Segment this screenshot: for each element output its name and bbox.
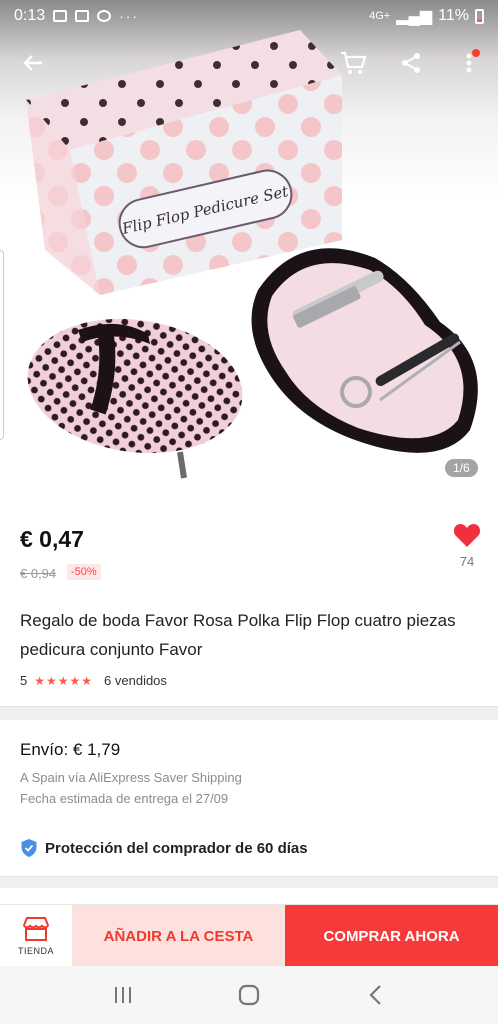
store-label: TIENDA — [17, 946, 54, 956]
system-back-button[interactable] — [355, 975, 395, 1015]
add-to-cart-button[interactable]: AÑADIR A LA CESTA — [72, 905, 285, 967]
product-title: Regalo de boda Favor Rosa Polka Flip Flo… — [20, 611, 456, 659]
discount-badge: -50% — [67, 564, 101, 580]
original-price: € 0,94 — [20, 566, 57, 581]
home-icon — [238, 984, 260, 1006]
top-toolbar — [0, 40, 498, 86]
cart-button[interactable] — [336, 46, 370, 80]
current-price: € 0,47 — [20, 526, 84, 552]
protection-text: Protección del comprador de 60 días — [45, 839, 308, 857]
section-divider — [0, 706, 498, 720]
system-back-icon — [369, 985, 381, 1005]
facebook-notification-icon — [97, 10, 112, 22]
more-notifications-icon: ··· — [119, 8, 140, 24]
network-type: 4G+ — [369, 10, 391, 22]
notification-dot — [472, 49, 480, 57]
shipping-cost[interactable]: Envío: € 1,79 — [20, 740, 120, 760]
share-button[interactable] — [394, 46, 428, 80]
status-bar: 0:13 ··· 4G+ ▂▄▆ 11% — [0, 0, 498, 32]
cart-icon — [341, 51, 367, 74]
recent-apps-icon — [115, 987, 131, 1003]
home-button[interactable] — [229, 975, 269, 1015]
store-button[interactable]: TIENDA — [0, 905, 72, 967]
battery-percent: 11% — [438, 7, 469, 24]
section-divider — [0, 876, 498, 888]
status-time: 0:13 — [14, 7, 46, 24]
battery-icon — [475, 8, 484, 24]
mail-notification-icon — [75, 10, 90, 22]
wishlist-button[interactable]: 74 — [448, 522, 486, 569]
system-navigation-bar — [0, 966, 498, 1024]
buy-now-button[interactable]: COMPRAR AHORA — [285, 905, 498, 967]
rating-value: 5 — [20, 673, 28, 688]
signal-icon: ▂▄▆ — [396, 8, 433, 25]
side-edge-handle[interactable] — [0, 250, 4, 440]
sold-count: 6 vendidos — [104, 673, 167, 688]
recent-apps-button[interactable] — [103, 975, 143, 1015]
more-icon — [466, 53, 472, 73]
shield-icon — [21, 839, 37, 857]
bottom-action-bar: TIENDA AÑADIR A LA CESTA COMPRAR AHORA — [0, 904, 498, 967]
back-arrow-icon — [23, 55, 42, 71]
store-icon — [23, 917, 49, 941]
back-button[interactable] — [16, 46, 50, 80]
share-icon — [402, 53, 420, 73]
wishlist-count: 74 — [459, 554, 475, 569]
shipping-route: A Spain vía AliExpress Saver Shipping — [20, 770, 242, 785]
rating-row[interactable]: 5 ★★★★★ 6 vendidos — [20, 673, 167, 688]
buyer-protection[interactable]: Protección del comprador de 60 días — [20, 838, 308, 858]
star-rating-icon: ★★★★★ — [34, 673, 94, 688]
image-counter: 1/6 — [445, 459, 478, 477]
delivery-estimate: Fecha estimada de entrega el 27/09 — [20, 791, 229, 806]
more-button[interactable] — [452, 46, 486, 80]
gallery-notification-icon — [53, 10, 68, 22]
heart-icon — [453, 524, 481, 547]
